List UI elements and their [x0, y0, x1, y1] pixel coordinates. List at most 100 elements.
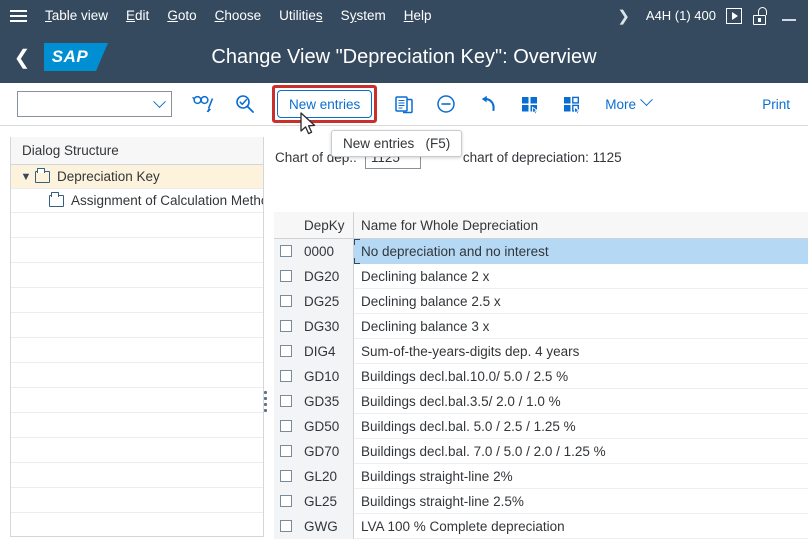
table-header-depky[interactable]: DepKy [298, 212, 354, 239]
row-select-cell[interactable] [274, 388, 298, 414]
cell-name[interactable]: Buildings straight-line 2.5% [354, 489, 808, 514]
table-row[interactable]: GL20 Buildings straight-line 2% [274, 463, 808, 489]
row-checkbox[interactable] [280, 270, 292, 282]
cell-depky[interactable]: DIG4 [298, 338, 354, 364]
row-select-cell[interactable] [274, 413, 298, 439]
row-select-cell[interactable] [274, 438, 298, 464]
row-select-cell[interactable] [274, 488, 298, 514]
table-row[interactable]: GL25 Buildings straight-line 2.5% [274, 488, 808, 514]
row-checkbox[interactable] [280, 320, 292, 332]
cell-name[interactable]: Declining balance 2 x [354, 264, 808, 289]
table-row[interactable]: GD50 Buildings decl.bal. 5.0 / 2.5 / 1.25… [274, 413, 808, 439]
more-menu-button[interactable]: More [599, 87, 657, 121]
position-search-icon[interactable] [228, 87, 262, 121]
tree-empty-row [11, 413, 263, 438]
cell-name[interactable]: No depreciation and no interest [354, 238, 808, 264]
menu-item-utilities[interactable]: Utilities [270, 0, 332, 31]
tree-node-depreciation-key[interactable]: ▼ Depreciation Key [11, 165, 263, 189]
cell-depky[interactable]: 0000 [298, 238, 354, 264]
cell-name[interactable]: Buildings decl.bal.10.0/ 5.0 / 2.5 % [354, 364, 808, 389]
table-row[interactable]: GD35 Buildings decl.bal.3.5/ 2.0 / 1.0 % [274, 388, 808, 414]
cell-depky[interactable]: GD70 [298, 438, 354, 464]
print-button[interactable]: Print [752, 87, 800, 121]
cell-name-text: Sum-of-the-years-digits dep. 4 years [361, 343, 580, 359]
cell-name-text: Buildings straight-line 2.5% [361, 493, 524, 509]
row-select-cell[interactable] [274, 238, 298, 264]
minimize-icon[interactable] [778, 7, 800, 25]
deselect-all-icon[interactable] [555, 87, 589, 121]
row-checkbox[interactable] [280, 420, 292, 432]
hamburger-menu-icon[interactable] [0, 0, 36, 31]
cell-name[interactable]: Sum-of-the-years-digits dep. 4 years [354, 339, 808, 364]
cell-depky[interactable]: GL25 [298, 488, 354, 514]
menu-item-goto[interactable]: Goto [158, 0, 205, 31]
cell-depky[interactable]: GD10 [298, 363, 354, 389]
display-change-toggle-icon[interactable] [186, 87, 220, 121]
cell-name[interactable]: Buildings decl.bal. 7.0 / 5.0 / 2.0 / 1.… [354, 439, 808, 464]
menu-item-choose[interactable]: Choose [206, 0, 271, 31]
row-select-cell[interactable] [274, 288, 298, 314]
menu-item-edit[interactable]: Edit [117, 0, 158, 31]
row-select-cell[interactable] [274, 338, 298, 364]
cell-depky[interactable]: GD35 [298, 388, 354, 414]
table-header-name[interactable]: Name for Whole Depreciation [354, 218, 808, 233]
menu-bar-right-group: ❯ A4H (1) 400 [611, 0, 808, 31]
back-navigation-icon[interactable]: ❮ [0, 31, 44, 83]
tree-node-label: Depreciation Key [57, 169, 160, 184]
row-select-cell[interactable] [274, 363, 298, 389]
cell-depky[interactable]: DG30 [298, 313, 354, 339]
row-select-cell[interactable] [274, 463, 298, 489]
cell-depky[interactable]: GL20 [298, 463, 354, 489]
table-row[interactable]: GD10 Buildings decl.bal.10.0/ 5.0 / 2.5 % [274, 363, 808, 389]
table-row[interactable]: DG30 Declining balance 3 x [274, 313, 808, 339]
chevron-down-icon[interactable]: ▼ [19, 171, 33, 183]
cell-name[interactable]: Buildings straight-line 2% [354, 464, 808, 489]
chevron-right-icon[interactable]: ❯ [611, 7, 636, 25]
row-select-cell[interactable] [274, 313, 298, 339]
delete-row-icon[interactable] [429, 87, 463, 121]
cell-name[interactable]: LVA 100 % Complete depreciation [354, 514, 808, 539]
cell-name-text: Buildings decl.bal. 7.0 / 5.0 / 2.0 / 1.… [361, 443, 606, 459]
cell-depky[interactable]: GD50 [298, 413, 354, 439]
row-checkbox[interactable] [280, 495, 292, 507]
table-row[interactable]: DIG4 Sum-of-the-years-digits dep. 4 years [274, 338, 808, 364]
cell-depky[interactable]: GWG [298, 513, 354, 539]
row-checkbox[interactable] [280, 445, 292, 457]
table-row[interactable]: 0000 No depreciation and no interest [274, 238, 808, 264]
panel-splitter-handle[interactable] [262, 388, 269, 414]
menu-item-help[interactable]: Help [395, 0, 441, 31]
cell-name-text: LVA 100 % Complete depreciation [361, 518, 565, 534]
row-checkbox[interactable] [280, 470, 292, 482]
cell-name[interactable]: Declining balance 2.5 x [354, 289, 808, 314]
chevron-down-icon [153, 94, 166, 108]
row-checkbox[interactable] [280, 520, 292, 532]
view-selector-combobox[interactable] [17, 91, 172, 117]
row-checkbox[interactable] [280, 245, 292, 257]
menu-item-system[interactable]: System [332, 0, 395, 31]
table-row[interactable]: DG20 Declining balance 2 x [274, 263, 808, 289]
cell-name[interactable]: Declining balance 3 x [354, 314, 808, 339]
row-checkbox[interactable] [280, 395, 292, 407]
cell-name[interactable]: Buildings decl.bal. 5.0 / 2.5 / 1.25 % [354, 414, 808, 439]
menu-item-table-view[interactable]: Table view [36, 0, 117, 31]
row-select-cell[interactable] [274, 513, 298, 539]
run-transaction-icon[interactable] [726, 7, 742, 24]
cell-name[interactable]: Buildings decl.bal.3.5/ 2.0 / 1.0 % [354, 389, 808, 414]
row-checkbox[interactable] [280, 345, 292, 357]
tree-node-assignment-of-calculation-methods[interactable]: Assignment of Calculation Metho [11, 189, 263, 213]
cell-name-text: No depreciation and no interest [361, 243, 549, 259]
sap-logo[interactable]: SAP [44, 43, 108, 71]
row-checkbox[interactable] [280, 295, 292, 307]
copy-as-icon[interactable] [387, 87, 421, 121]
unlocked-session-icon[interactable] [752, 6, 768, 25]
cell-depky[interactable]: DG20 [298, 263, 354, 289]
new-entries-button[interactable]: New entries [277, 90, 373, 118]
table-row[interactable]: GD70 Buildings decl.bal. 7.0 / 5.0 / 2.0 … [274, 438, 808, 464]
table-row[interactable]: DG25 Declining balance 2.5 x [274, 288, 808, 314]
cell-depky[interactable]: DG25 [298, 288, 354, 314]
row-checkbox[interactable] [280, 370, 292, 382]
table-row[interactable]: GWG LVA 100 % Complete depreciation [274, 513, 808, 539]
undo-change-icon[interactable] [471, 87, 505, 121]
select-all-icon[interactable] [513, 87, 547, 121]
row-select-cell[interactable] [274, 263, 298, 289]
